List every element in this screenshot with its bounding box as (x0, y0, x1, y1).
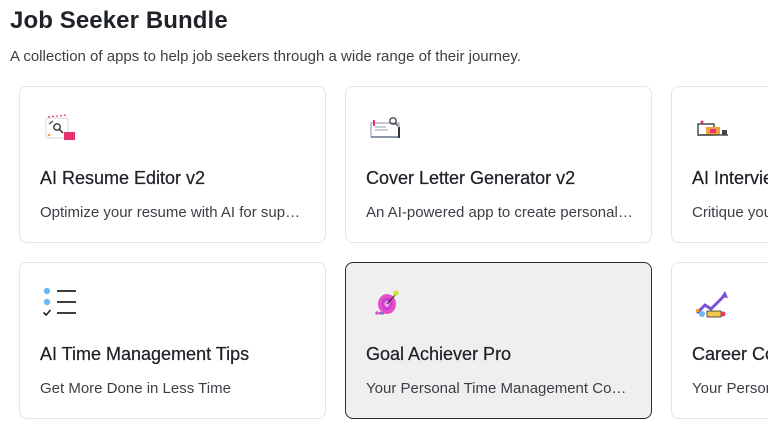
app-card-description: An AI-powered app to create personalized… (366, 204, 634, 221)
app-card-title: AI Interview Coach (692, 168, 768, 188)
resume-editor-icon (40, 109, 80, 149)
app-card-title: AI Time Management Tips (40, 344, 250, 364)
app-card-description: Your Personal Career Advisor (692, 380, 768, 397)
app-card-ai-time-management-tips[interactable]: AI Time Management Tips Get More Done in… (19, 262, 326, 419)
app-card-description: Your Personal Time Management Coach (366, 380, 634, 397)
app-card-career-coach[interactable]: Career Coach Your Personal Career Adviso… (671, 262, 768, 419)
target-icon (366, 285, 406, 325)
app-card-description: Optimize your resume with AI for super-c… (40, 204, 308, 221)
app-card-ai-resume-editor[interactable]: AI Resume Editor v2 Optimize your resume… (19, 86, 326, 243)
app-card-title: Goal Achiever Pro (366, 344, 512, 364)
page-description: A collection of apps to help job seekers… (10, 48, 521, 65)
app-card-title: Career Coach (692, 344, 768, 364)
interview-icon (692, 109, 732, 149)
app-card-title: AI Resume Editor v2 (40, 168, 206, 188)
app-card-ai-interview[interactable]: AI Interview Coach Critique your intervi… (671, 86, 768, 243)
career-growth-icon (692, 285, 732, 325)
app-card-cover-letter-generator[interactable]: Cover Letter Generator v2 An AI-powered … (345, 86, 652, 243)
job-seeker-bundle-page: Job Seeker Bundle A collection of apps t… (0, 0, 768, 428)
app-card-goal-achiever-pro[interactable]: Goal Achiever Pro Your Personal Time Man… (345, 262, 652, 419)
app-card-description: Critique your interview answers with AI … (692, 204, 768, 221)
checklist-icon (40, 285, 80, 325)
app-card-description: Get More Done in Less Time (40, 380, 231, 397)
page-title: Job Seeker Bundle (10, 7, 228, 34)
app-card-title: Cover Letter Generator v2 (366, 168, 576, 188)
cover-letter-icon (366, 109, 406, 149)
